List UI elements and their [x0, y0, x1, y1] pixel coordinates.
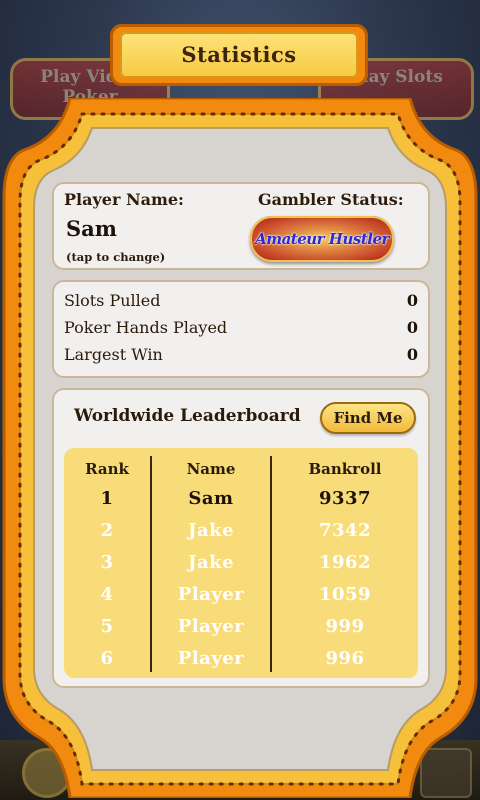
- bankroll-cell: 996: [325, 648, 365, 669]
- column-header-bankroll: Bankroll: [308, 460, 382, 478]
- name-cell: Sam: [188, 488, 234, 509]
- rank-cell: 4: [100, 584, 114, 605]
- player-name-label: Player Name:: [64, 190, 184, 209]
- bankroll-cell: 999: [325, 616, 365, 637]
- player-panel: Player Name: Gambler Status: Sam (tap to…: [52, 182, 430, 270]
- title-plate: Statistics: [110, 24, 368, 86]
- rank-cell: 1: [100, 488, 114, 509]
- stats-panel: Slots Pulled 0 Poker Hands Played 0 Larg…: [52, 280, 430, 378]
- gambler-status-label: Gambler Status:: [258, 190, 404, 209]
- bankroll-cell: 9337: [318, 488, 372, 509]
- name-cell: Player: [177, 616, 245, 637]
- column-header-rank: Rank: [85, 460, 129, 478]
- rank-cell: 6: [100, 648, 114, 669]
- rank-cell: 2: [100, 520, 114, 541]
- leaderboard-title: Worldwide Leaderboard: [74, 406, 301, 426]
- leaderboard-panel: Worldwide Leaderboard Find Me Rank Name …: [52, 388, 430, 688]
- stat-row-slots-pulled: Slots Pulled 0: [64, 291, 418, 317]
- gambler-status-badge: Amateur Hustler: [250, 216, 394, 262]
- name-cell: Player: [177, 584, 245, 605]
- player-name[interactable]: Sam: [66, 216, 117, 241]
- page-title: Statistics: [181, 42, 297, 67]
- find-me-button[interactable]: Find Me: [320, 402, 416, 434]
- rank-cell: 3: [100, 552, 114, 573]
- name-cell: Player: [177, 648, 245, 669]
- gambler-status-text: Amateur Hustler: [255, 230, 389, 248]
- name-cell: Jake: [187, 552, 235, 573]
- leaderboard-table: Rank Name Bankroll 1 Sam 9337 2 Jake 734…: [64, 448, 418, 678]
- stat-label: Poker Hands Played: [64, 318, 228, 337]
- tap-to-change-hint[interactable]: (tap to change): [66, 250, 165, 264]
- stat-value: 0: [406, 291, 418, 310]
- stat-row-poker-hands: Poker Hands Played 0: [64, 318, 418, 344]
- title-inner: Statistics: [120, 32, 358, 78]
- rank-cell: 5: [100, 616, 114, 637]
- stat-value: 0: [406, 318, 418, 337]
- stat-label: Largest Win: [64, 345, 163, 364]
- column-header-name: Name: [186, 460, 236, 478]
- stat-value: 0: [406, 345, 418, 364]
- bankroll-cell: 1059: [318, 584, 372, 605]
- bankroll-cell: 7342: [318, 520, 372, 541]
- name-cell: Jake: [187, 520, 235, 541]
- stat-label: Slots Pulled: [64, 291, 161, 310]
- stat-row-largest-win: Largest Win 0: [64, 345, 418, 371]
- bankroll-cell: 1962: [318, 552, 372, 573]
